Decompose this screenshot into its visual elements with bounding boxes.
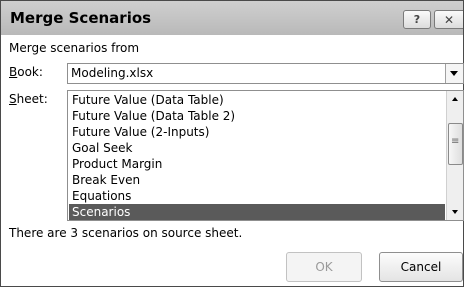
- sheet-listbox[interactable]: Future Value (Data Table) Future Value (…: [67, 90, 464, 221]
- help-icon: ?: [413, 13, 421, 26]
- close-button[interactable]: ✕: [434, 10, 463, 29]
- list-item[interactable]: Break Even: [69, 172, 445, 188]
- dialog-title: Merge Scenarios: [10, 9, 152, 27]
- list-item[interactable]: Goal Seek: [69, 140, 445, 156]
- list-item[interactable]: Equations: [69, 188, 445, 204]
- book-label: Book:: [9, 65, 43, 79]
- scroll-up-icon[interactable]: [447, 91, 463, 107]
- chevron-down-icon[interactable]: [445, 64, 463, 83]
- cancel-button[interactable]: Cancel: [379, 252, 463, 282]
- sheet-label-rest: heet:: [16, 92, 48, 106]
- help-button[interactable]: ?: [403, 10, 431, 29]
- sheet-list: Future Value (Data Table) Future Value (…: [69, 92, 445, 220]
- scroll-thumb[interactable]: [448, 123, 463, 165]
- list-item[interactable]: Product Margin: [69, 156, 445, 172]
- scroll-down-icon[interactable]: [447, 204, 463, 220]
- list-item[interactable]: Future Value (Data Table): [69, 92, 445, 108]
- title-bar: Merge Scenarios ? ✕: [1, 1, 463, 35]
- book-dropdown-value: Modeling.xlsx: [71, 66, 154, 80]
- book-label-rest: ook:: [17, 65, 43, 79]
- close-icon: ✕: [443, 12, 455, 27]
- list-item-selected[interactable]: Scenarios: [69, 204, 445, 220]
- sheet-label: Sheet:: [9, 92, 48, 106]
- ok-button[interactable]: OK: [286, 252, 362, 282]
- list-item[interactable]: Future Value (2-Inputs): [69, 124, 445, 140]
- vertical-scrollbar[interactable]: [446, 91, 463, 220]
- merge-from-label: Merge scenarios from: [9, 41, 140, 55]
- book-label-accelerator: B: [9, 65, 18, 79]
- book-dropdown[interactable]: Modeling.xlsx: [67, 63, 464, 84]
- list-item[interactable]: Future Value (Data Table 2): [69, 108, 445, 124]
- merge-scenarios-dialog: Merge Scenarios ? ✕ Merge scenarios from…: [0, 0, 464, 287]
- status-text: There are 3 scenarios on source sheet.: [9, 226, 243, 240]
- sheet-label-accelerator: S: [9, 92, 17, 106]
